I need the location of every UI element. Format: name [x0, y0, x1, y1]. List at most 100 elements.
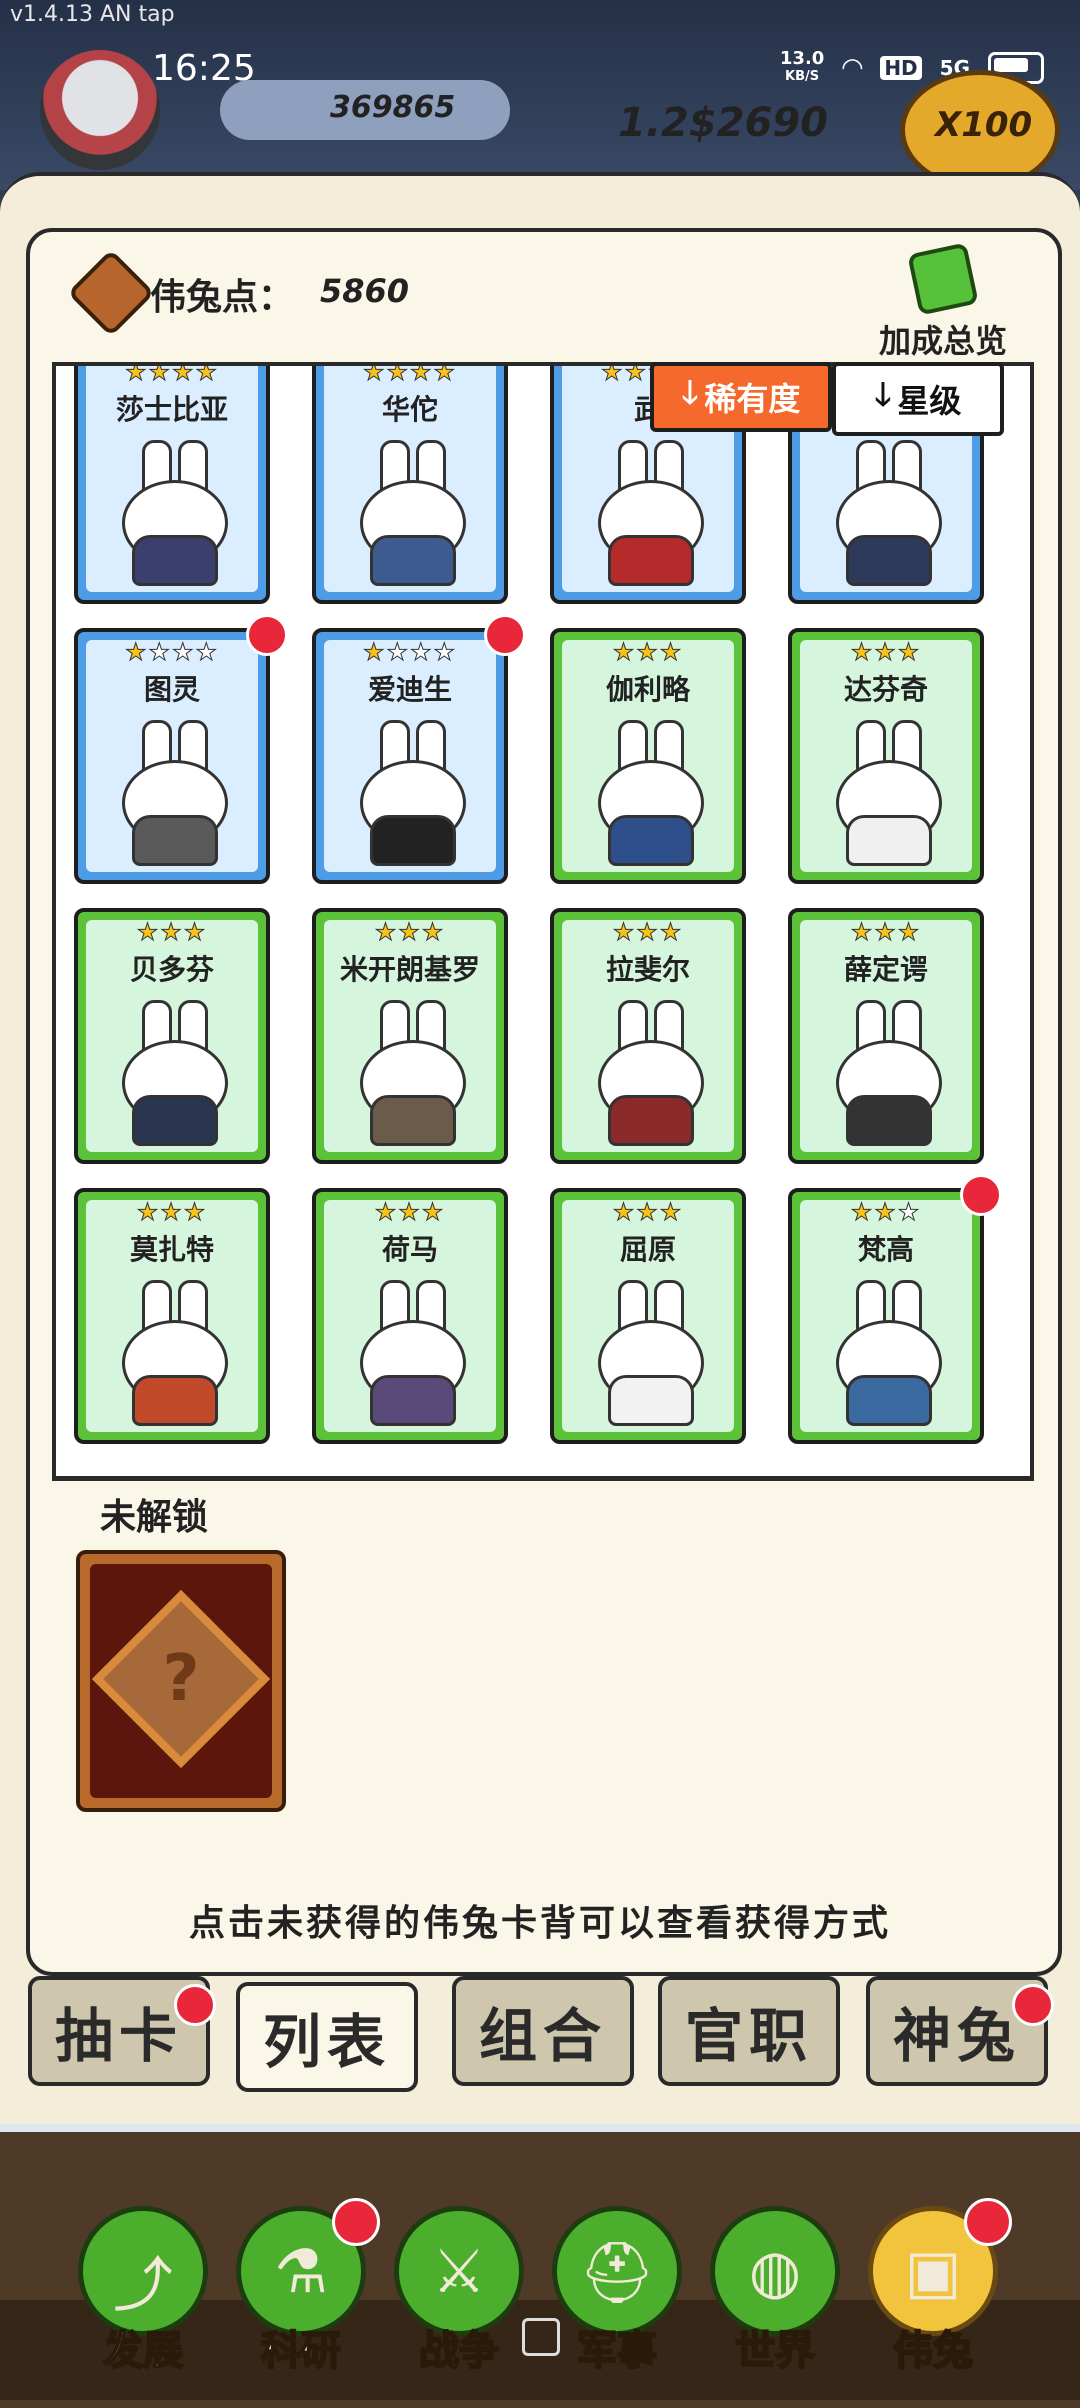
rabbit-portrait-icon — [350, 1280, 470, 1426]
star-rating: ★★★ — [554, 1198, 742, 1226]
hint-text: 点击未获得的伟兔卡背可以查看获得方式 — [188, 1903, 891, 1944]
rabbit-portrait-icon — [112, 440, 232, 586]
hero-card[interactable]: ★★★ 屈原 — [550, 1188, 746, 1444]
star-icon: ★ — [374, 1198, 399, 1226]
nav-label: 军事 — [576, 2327, 658, 2375]
card-name: 屈原 — [619, 1233, 676, 1266]
rabbit-portrait-icon — [826, 720, 946, 866]
nav-4-button[interactable]: ⛑ — [552, 2206, 682, 2336]
hero-card[interactable]: ★★★★ 莎士比亚 — [74, 362, 270, 604]
star-icon: ★ — [386, 362, 410, 386]
notification-dot — [332, 2198, 380, 2246]
star-icon: ★ — [433, 638, 458, 666]
star-icon: ★ — [612, 1198, 637, 1226]
star-icon: ★ — [410, 638, 434, 666]
system-home-button[interactable] — [522, 2318, 560, 2356]
arrow-down-icon: 🡓 — [874, 375, 892, 413]
hero-card[interactable]: ★★★ 贝多芬 — [74, 908, 270, 1164]
hero-card[interactable]: ★★★ 伽利略 — [550, 628, 746, 884]
star-icon: ★ — [874, 1198, 898, 1226]
tab-4[interactable]: 官职 — [658, 1976, 840, 2086]
star-icon: ★ — [374, 918, 399, 946]
card-grid[interactable]: ★★★★莎士比亚★★★★华佗★★★★武★★★★★★★★图灵★★★★爱迪生★★★伽… — [52, 362, 1034, 1481]
star-icon: ★ — [136, 1198, 161, 1226]
star-icon: ★ — [136, 918, 161, 946]
points-value: 5860 — [320, 272, 410, 310]
star-rating: ★★★ — [792, 640, 980, 665]
card-name: 莫扎特 — [129, 1233, 214, 1266]
star-icon: ★ — [433, 362, 458, 386]
star-rating: ★★★★ — [316, 362, 504, 386]
star-icon: ★ — [600, 362, 625, 386]
nav-1-button[interactable]: ⤴ — [78, 2206, 208, 2336]
star-rating: ★★★★ — [78, 638, 266, 666]
card-name: 薛定谔 — [843, 953, 928, 986]
hero-card[interactable]: ★★★ 荷马 — [312, 1188, 508, 1444]
star-icon: ★ — [124, 362, 149, 386]
hero-card[interactable]: ★★★ 薛定谔 — [788, 908, 984, 1164]
star-rating: ★★★ — [78, 1198, 266, 1226]
card-name: 图灵 — [143, 673, 200, 706]
star-icon: ★ — [636, 918, 660, 946]
star-icon: ★ — [421, 1198, 446, 1226]
rabbit-portrait-icon — [112, 1000, 232, 1146]
locked-card-back[interactable]: ? — [76, 1550, 286, 1812]
star-icon: ★ — [636, 1198, 660, 1226]
nav-label: 世界 — [734, 2327, 816, 2375]
star-icon: ★ — [160, 1198, 184, 1226]
star-rating: ★★★ — [554, 638, 742, 666]
bonus-overview-button[interactable]: 加成总览 — [868, 242, 1018, 362]
silver-resource: 369865 — [220, 80, 510, 140]
hd-icon: HD — [880, 56, 922, 80]
card-name: 荷马 — [381, 1233, 438, 1266]
hero-card[interactable]: ★★★★ 华佗 — [312, 362, 508, 604]
star-rating: ★★★ — [554, 918, 742, 946]
tab-3[interactable]: 组合 — [452, 1976, 634, 2086]
card-name: 达芬奇 — [843, 673, 928, 706]
hero-card[interactable]: ★★★ 莫扎特 — [74, 1188, 270, 1444]
star-icon: ★ — [850, 1198, 875, 1226]
card-name: 华佗 — [381, 393, 438, 426]
rabbit-portrait-icon — [588, 1280, 708, 1426]
star-icon: ★ — [612, 638, 637, 666]
bonus-overview-label: 加成总览 — [878, 322, 1007, 360]
rabbit-portrait-icon — [826, 440, 946, 586]
rabbit-portrait-icon — [350, 440, 470, 586]
flask-icon: ⚗ — [274, 2237, 328, 2307]
hero-card[interactable]: ★★★ 米开朗基罗 — [312, 908, 508, 1164]
version-label: v1.4.13 AN tap — [10, 2, 175, 27]
star-icon: ★ — [398, 1198, 422, 1226]
sort-star-button[interactable]: 🡓 星级 — [832, 362, 1004, 436]
star-icon: ★ — [148, 638, 172, 666]
hero-card[interactable]: ★★★ 达芬奇 — [788, 628, 984, 884]
star-icon: ★ — [874, 918, 898, 946]
hero-card[interactable]: ★★★ 拉斐尔 — [550, 908, 746, 1164]
swords-icon: ⚔ — [432, 2237, 486, 2307]
gold-resource: 1.2$2690 — [618, 100, 829, 146]
star-icon: ★ — [172, 362, 196, 386]
unknown-mark: ? — [162, 1642, 200, 1716]
rabbit-portrait-icon — [588, 440, 708, 586]
hero-card[interactable]: ★★★★ 图灵 — [74, 628, 270, 884]
nav-label: 战争 — [418, 2327, 500, 2375]
hero-card[interactable]: ★★★★ 爱迪生 — [312, 628, 508, 884]
star-icon: ★ — [897, 1198, 922, 1226]
star-icon: ★ — [398, 918, 422, 946]
hero-card[interactable]: ★★★ 梵高 — [788, 1188, 984, 1444]
nav-3-button[interactable]: ⚔ — [394, 2206, 524, 2336]
star-rating: ★★★ — [78, 918, 266, 946]
locked-section-title: 未解锁 — [100, 1497, 209, 1538]
star-icon: ★ — [183, 1198, 208, 1226]
notebook-icon — [907, 242, 979, 316]
sort-rarity-button[interactable]: 🡓 稀有度 — [650, 362, 832, 432]
rabbit-portrait-icon — [112, 720, 232, 866]
nav-5-button[interactable]: ◍ — [710, 2206, 840, 2336]
card-name: 伽利略 — [605, 673, 690, 706]
player-avatar[interactable] — [40, 50, 160, 170]
star-icon: ★ — [362, 362, 387, 386]
notification-dot — [960, 1174, 1002, 1216]
points-label: 伟兔点： — [150, 277, 295, 318]
tab-2[interactable]: 列表 — [236, 1982, 418, 2092]
card-name: 米开朗基罗 — [339, 953, 480, 986]
star-icon: ★ — [124, 638, 149, 666]
